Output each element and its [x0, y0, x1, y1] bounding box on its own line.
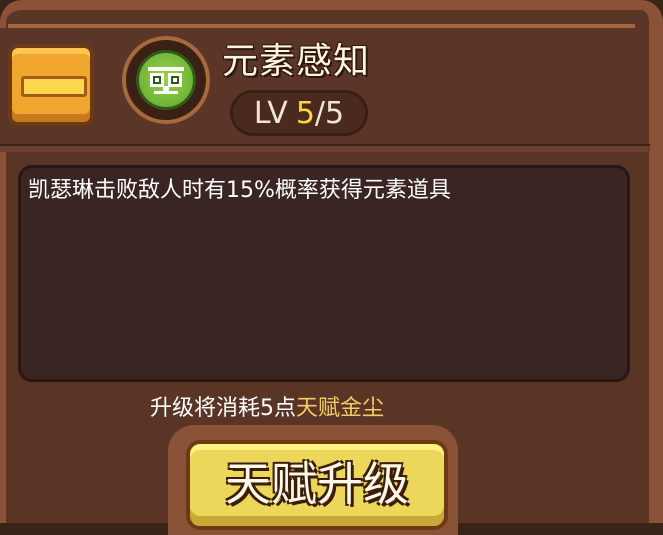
level-indicator: LV 5/5 [230, 90, 368, 136]
minus-icon [21, 76, 87, 97]
level-prefix: LV [253, 95, 288, 131]
upgrade-button-label: 天赋升级 [225, 457, 409, 511]
collapse-button[interactable] [8, 44, 94, 126]
cost-currency: 天赋金尘 [296, 396, 385, 421]
upgrade-cost: 升级将消耗5点天赋金尘 [150, 390, 384, 422]
skill-icon-frame [122, 36, 210, 124]
level-max: /5 [314, 95, 345, 131]
upgrade-button[interactable]: 天赋升级 [186, 440, 448, 530]
header-divider [0, 144, 650, 152]
skill-icon-badge [136, 50, 196, 110]
skill-description: 凯瑟琳击败敌人时有15%概率获得元素道具 [28, 178, 451, 203]
skill-title: 元素感知 [222, 41, 371, 82]
level-value: 5/5 [296, 96, 344, 131]
cost-prefix: 升级将消耗5点 [150, 396, 296, 421]
level-current: 5 [295, 95, 315, 131]
owl-eyes-icon [148, 67, 184, 94]
